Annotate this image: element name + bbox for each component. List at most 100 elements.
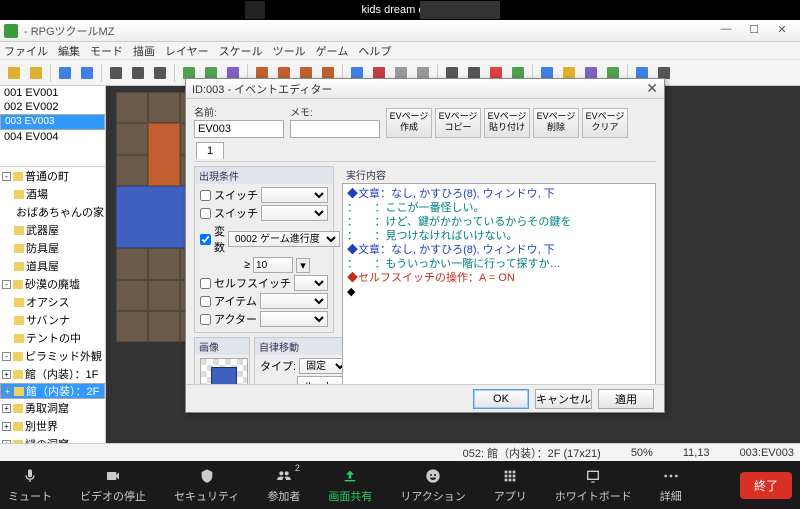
toolbar-button-3[interactable] xyxy=(55,63,75,83)
tree-item[interactable]: -砂漠の廃墟 xyxy=(0,275,105,293)
tree-item[interactable]: 道具屋 xyxy=(0,257,105,275)
command-line[interactable]: ◆文章：なし, かすひろ(8), ウィンドウ, 下 xyxy=(347,243,651,257)
tree-item[interactable]: 酒場 xyxy=(0,185,105,203)
close-button[interactable]: ✕ xyxy=(768,23,796,39)
tree-item[interactable]: 防具屋 xyxy=(0,239,105,257)
switch2-check[interactable] xyxy=(200,208,211,219)
type-label: タイプ: xyxy=(260,358,296,374)
evpage-button[interactable]: EVページ貼り付け xyxy=(484,108,530,138)
evpage-button[interactable]: EVページ削除 xyxy=(533,108,579,138)
tree-item[interactable]: +館（内装）：1F xyxy=(0,365,105,383)
event-item[interactable]: 002 EV002 xyxy=(0,100,105,114)
maximize-button[interactable]: ☐ xyxy=(740,23,768,39)
minimize-button[interactable]: — xyxy=(712,23,740,39)
command-line[interactable]: ◆セルフスイッチの操作：A = ON xyxy=(347,271,651,285)
character-image-picker[interactable] xyxy=(200,358,248,384)
zoom-more-button[interactable]: 詳細 xyxy=(660,466,682,504)
zoom-shield-button[interactable]: セキュリティ xyxy=(174,466,239,504)
command-line[interactable]: ◆文章：なし, かすひろ(8), ウィンドウ, 下 xyxy=(347,187,651,201)
name-input[interactable] xyxy=(194,120,284,138)
tree-item[interactable]: +館（内装）：2F xyxy=(0,383,105,399)
variable-select[interactable]: 0002 ゲーム進行度 xyxy=(228,231,340,247)
selfswitch-check[interactable] xyxy=(200,278,211,289)
memo-input[interactable] xyxy=(290,120,380,138)
switch1-check[interactable] xyxy=(200,190,211,201)
event-item[interactable]: 003 EV003 xyxy=(0,114,105,130)
tree-item[interactable]: +勇取洞窟 xyxy=(0,399,105,417)
zoom-people-button[interactable]: 2参加者 xyxy=(267,466,300,504)
variable-check[interactable] xyxy=(200,234,211,245)
actor-select[interactable] xyxy=(260,311,328,327)
cancel-button[interactable]: キャンセル xyxy=(535,389,592,409)
dialog-close-button[interactable]: ✕ xyxy=(646,80,658,97)
tree-item[interactable]: サバンナ xyxy=(0,311,105,329)
switch2-label: スイッチ xyxy=(214,205,258,221)
menu-編集[interactable]: 編集 xyxy=(58,43,80,59)
var-num-input[interactable] xyxy=(253,257,293,273)
tree-item[interactable]: オアシス xyxy=(0,293,105,311)
page-tab-1[interactable]: 1 xyxy=(196,142,224,159)
event-list[interactable]: 001 EV001002 EV002003 EV003004 EV004 xyxy=(0,86,105,166)
tree-item[interactable]: -普通の町 xyxy=(0,167,105,185)
selfswitch-label: セルフスイッチ xyxy=(214,275,291,291)
command-line[interactable]: ◆ xyxy=(347,285,651,299)
tree-item[interactable]: +謎の洞窟 xyxy=(0,435,105,443)
event-item[interactable]: 004 EV004 xyxy=(0,130,105,144)
map-tree[interactable]: -普通の町酒場おばあちゃんの家武器屋防具屋道具屋-砂漠の廃墟オアシスサバンナテン… xyxy=(0,166,105,443)
menu-レイヤー[interactable]: レイヤー xyxy=(165,43,209,59)
item-select[interactable] xyxy=(260,293,328,309)
image-header: 画像 xyxy=(195,338,249,355)
command-list[interactable]: ◆文章：なし, かすひろ(8), ウィンドウ, 下： ：ここが一番怪しい。： ：… xyxy=(342,183,656,384)
tree-item[interactable]: おばあちゃんの家 xyxy=(0,203,105,221)
command-line[interactable]: ： ：見つけなければいけない。 xyxy=(347,229,651,243)
menu-ヘルプ[interactable]: ヘルプ xyxy=(358,43,391,59)
menu-ゲーム[interactable]: ゲーム xyxy=(316,43,349,59)
participant-video-thumb xyxy=(420,1,500,19)
toolbar-button-0[interactable] xyxy=(4,63,24,83)
evpage-button[interactable]: EVページクリア xyxy=(582,108,628,138)
titlebar: - RPGツクールMZ — ☐ ✕ xyxy=(0,20,800,42)
switch1-select[interactable] xyxy=(261,187,328,203)
event-item[interactable]: 001 EV001 xyxy=(0,86,105,100)
command-line[interactable]: ： ：ここが一番怪しい。 xyxy=(347,201,651,215)
toolbar-button-6[interactable] xyxy=(106,63,126,83)
evpage-button[interactable]: EVページ作成 xyxy=(386,108,432,138)
tree-item[interactable]: 武器屋 xyxy=(0,221,105,239)
command-line[interactable]: ： ：けど、鍵がかかっているからその鍵を xyxy=(347,215,651,229)
window-title: - RPGツクールMZ xyxy=(24,23,712,39)
menu-スケール[interactable]: スケール xyxy=(219,43,263,59)
toolbar-button-8[interactable] xyxy=(150,63,170,83)
menu-描画[interactable]: 描画 xyxy=(133,43,155,59)
tree-item[interactable]: テントの中 xyxy=(0,329,105,347)
zoom-video-button[interactable]: ビデオの停止 xyxy=(80,466,146,504)
menu-ファイル[interactable]: ファイル xyxy=(4,43,48,59)
zoom-share-button[interactable]: 画面共有 xyxy=(328,466,372,504)
end-meeting-button[interactable]: 終了 xyxy=(740,472,792,499)
menu-ツール[interactable]: ツール xyxy=(273,43,306,59)
actor-check[interactable] xyxy=(200,314,211,325)
zoom-apps-button[interactable]: アプリ xyxy=(494,466,527,504)
tree-item[interactable]: +別世界 xyxy=(0,417,105,435)
apply-button[interactable]: 適用 xyxy=(598,389,654,409)
tree-item[interactable]: -ピラミッド外観 xyxy=(0,347,105,365)
selfswitch-select[interactable] xyxy=(294,275,328,291)
ok-button[interactable]: OK xyxy=(473,389,529,409)
zoom-bottom-bar: ミュートビデオの停止セキュリティ 2参加者画面共有リアクションアプリホワイトボード… xyxy=(0,461,800,509)
switch2-select[interactable] xyxy=(261,205,328,221)
menu-モード[interactable]: モード xyxy=(90,43,123,59)
command-line[interactable]: ： ：もういっかい一階に行って探すか… xyxy=(347,257,651,271)
toolbar-button-4[interactable] xyxy=(77,63,97,83)
zoom-smile-button[interactable]: リアクション xyxy=(400,466,465,504)
zoom-mic-button[interactable]: ミュート xyxy=(8,466,52,504)
zoom-wboard-button[interactable]: ホワイトボード xyxy=(555,466,632,504)
app-icon xyxy=(4,24,18,38)
toolbar-button-7[interactable] xyxy=(128,63,148,83)
status-event: 003:EV003 xyxy=(740,447,794,459)
more-icon xyxy=(661,466,681,486)
status-zoom: 50% xyxy=(631,447,653,459)
var-spinner[interactable]: ▾ xyxy=(296,258,310,273)
item-check[interactable] xyxy=(200,296,211,307)
evpage-button[interactable]: EVページコピー xyxy=(435,108,481,138)
event-editor-dialog: ID:003 - イベントエディター ✕ 名前: メモ: EVページ作成EVペー… xyxy=(185,78,665,413)
toolbar-button-1[interactable] xyxy=(26,63,46,83)
